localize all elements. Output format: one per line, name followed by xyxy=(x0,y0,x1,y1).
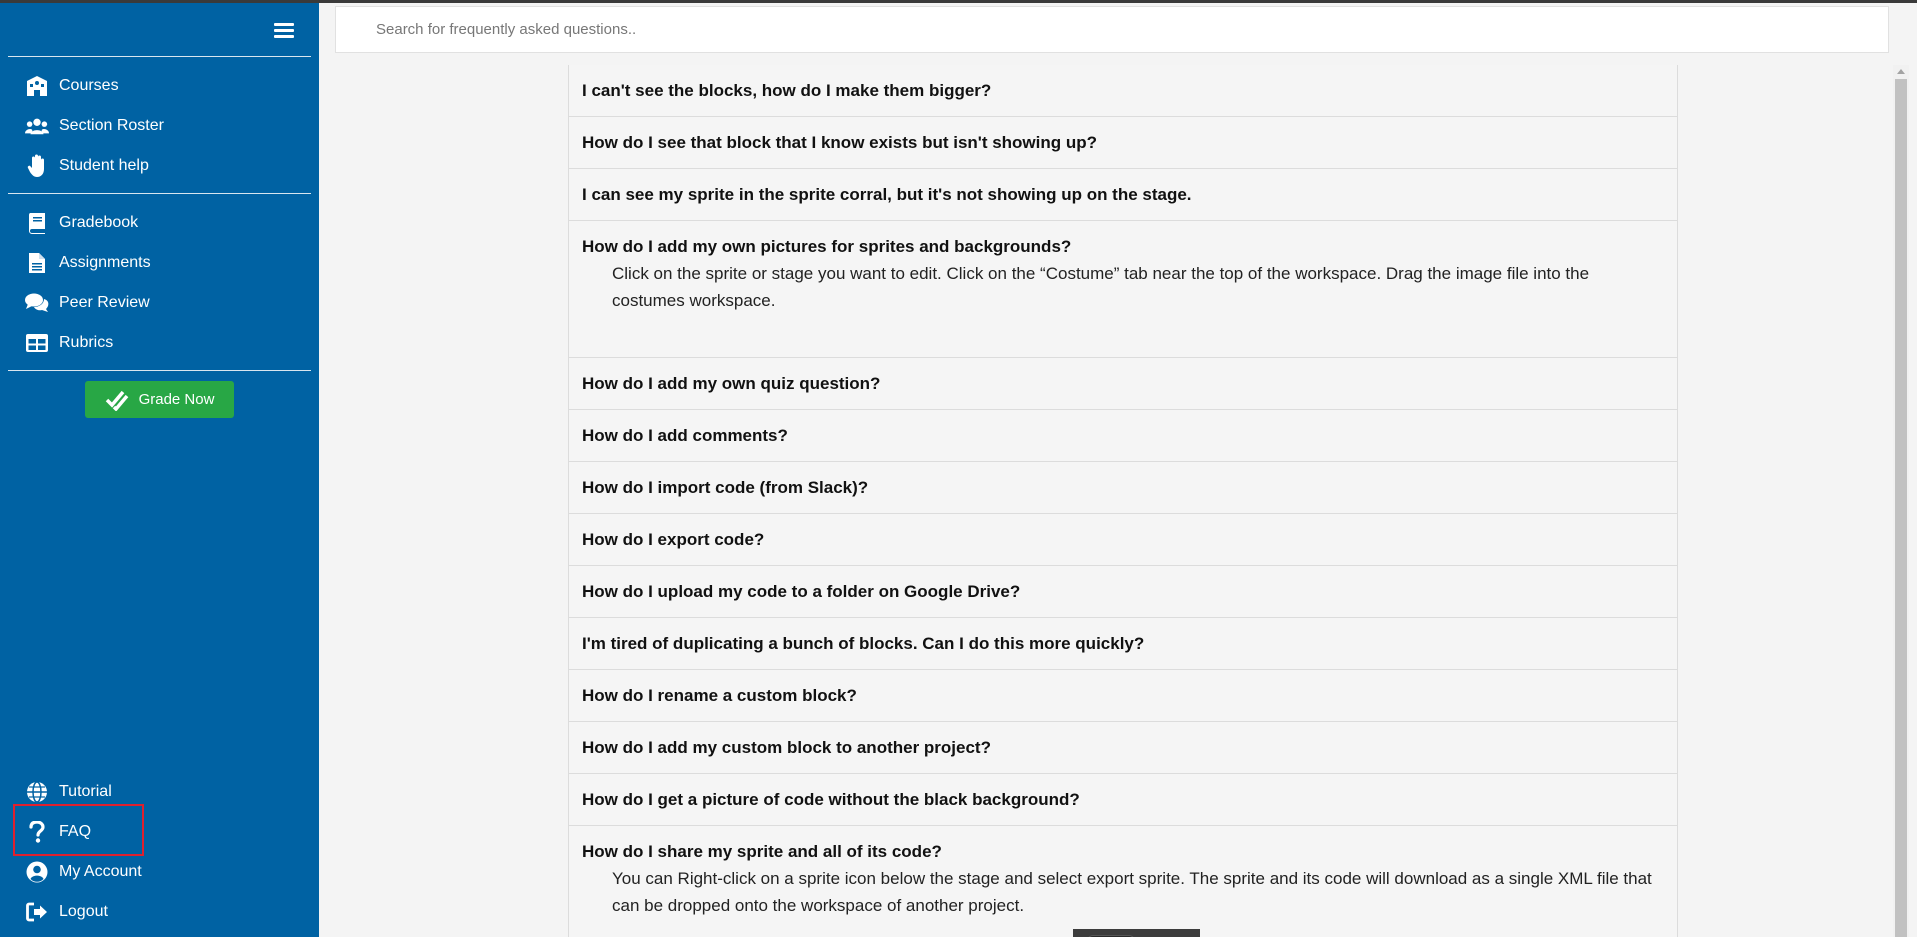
book-icon xyxy=(25,211,49,235)
faq-question[interactable]: How do I upload my code to a folder on G… xyxy=(582,580,1664,604)
sidebar-item-label: Section Roster xyxy=(59,117,164,134)
scroll-up-arrow-icon[interactable] xyxy=(1897,69,1905,74)
users-icon xyxy=(25,114,49,138)
faq-answer: You can Right-click on a sprite icon bel… xyxy=(612,869,1652,915)
vertical-scrollbar[interactable] xyxy=(1893,65,1909,937)
globe-icon xyxy=(25,780,49,804)
faq-question[interactable]: How do I add my own quiz question? xyxy=(582,372,1664,396)
document-icon xyxy=(25,251,49,275)
sidebar-divider xyxy=(8,193,311,194)
faq-item[interactable]: How do I export code? xyxy=(569,514,1677,566)
faq-item[interactable]: How do I add my own quiz question? xyxy=(569,358,1677,410)
faq-question[interactable]: How do I import code (from Slack)? xyxy=(582,476,1664,500)
faq-list: I can't see the blocks, how do I make th… xyxy=(568,65,1678,937)
sidebar-item-section-roster[interactable]: Section Roster xyxy=(25,108,305,144)
sidebar-item-label: Student help xyxy=(59,157,149,174)
faq-question[interactable]: I can't see the blocks, how do I make th… xyxy=(582,79,1664,103)
sidebar-item-gradebook[interactable]: Gradebook xyxy=(25,205,305,241)
sidebar-item-peer-review[interactable]: Peer Review xyxy=(25,285,305,321)
faq-question[interactable]: How do I add my custom block to another … xyxy=(582,736,1664,760)
comments-icon xyxy=(25,291,49,315)
window-top-border xyxy=(0,0,1917,3)
grade-now-button[interactable]: Grade Now xyxy=(85,381,234,418)
faq-question[interactable]: How do I share my sprite and all of its … xyxy=(582,840,1664,864)
faq-search-box xyxy=(335,6,1889,53)
sidebar-divider xyxy=(8,370,311,371)
faq-question[interactable]: How do I add my own pictures for sprites… xyxy=(582,235,1664,259)
user-circle-icon xyxy=(25,860,49,884)
grade-now-label: Grade Now xyxy=(138,391,215,408)
sidebar: Courses Section Roster Student help Grad… xyxy=(0,0,319,937)
window-edge xyxy=(1909,0,1917,937)
faq-search-input[interactable] xyxy=(336,7,1888,52)
faq-question[interactable]: I'm tired of duplicating a bunch of bloc… xyxy=(582,632,1664,656)
faq-item-expanded[interactable]: How do I add my own pictures for sprites… xyxy=(569,221,1677,358)
sidebar-item-rubrics[interactable]: Rubrics xyxy=(25,325,305,361)
sidebar-divider xyxy=(8,56,311,57)
scrollbar-thumb[interactable] xyxy=(1895,79,1907,937)
faq-item[interactable]: How do I upload my code to a folder on G… xyxy=(569,566,1677,618)
faq-item[interactable]: How do I rename a custom block? xyxy=(569,670,1677,722)
sidebar-item-assignments[interactable]: Assignments xyxy=(25,245,305,281)
raised-hand-icon xyxy=(25,154,49,178)
faq-item[interactable]: I can see my sprite in the sprite corral… xyxy=(569,169,1677,221)
sidebar-item-label: Rubrics xyxy=(59,334,114,351)
sidebar-item-my-account[interactable]: My Account xyxy=(25,854,305,890)
faq-highlight-box xyxy=(13,804,144,856)
table-icon xyxy=(25,331,49,355)
faq-question[interactable]: How do I get a picture of code without t… xyxy=(582,788,1664,812)
export-sprite-screenshot-image xyxy=(1073,929,1200,937)
faq-answer: Click on the sprite or stage you want to… xyxy=(612,264,1590,310)
sidebar-item-label: Courses xyxy=(59,77,119,94)
faq-question[interactable]: How do I export code? xyxy=(582,528,1664,552)
faq-item[interactable]: How do I get a picture of code without t… xyxy=(569,774,1677,826)
faq-question[interactable]: I can see my sprite in the sprite corral… xyxy=(582,183,1664,207)
logout-icon xyxy=(25,900,49,924)
faq-item[interactable]: How do I add comments? xyxy=(569,410,1677,462)
sidebar-item-label: Gradebook xyxy=(59,214,139,231)
sidebar-item-label: Assignments xyxy=(59,254,151,271)
faq-question[interactable]: How do I rename a custom block? xyxy=(582,684,1664,708)
faq-item[interactable]: I'm tired of duplicating a bunch of bloc… xyxy=(569,618,1677,670)
sidebar-item-label: Logout xyxy=(59,903,108,920)
school-icon xyxy=(25,74,49,98)
faq-question[interactable]: How do I add comments? xyxy=(582,424,1664,448)
sidebar-item-courses[interactable]: Courses xyxy=(25,68,305,104)
hamburger-icon[interactable] xyxy=(272,20,296,42)
faq-item-expanded[interactable]: How do I share my sprite and all of its … xyxy=(569,826,1677,937)
faq-item[interactable]: How do I import code (from Slack)? xyxy=(569,462,1677,514)
faq-item[interactable]: How do I see that block that I know exis… xyxy=(569,117,1677,169)
sidebar-item-label: Tutorial xyxy=(59,783,112,800)
sidebar-item-student-help[interactable]: Student help xyxy=(25,148,305,184)
double-check-icon xyxy=(105,389,129,411)
faq-item[interactable]: I can't see the blocks, how do I make th… xyxy=(569,65,1677,117)
faq-item[interactable]: How do I add my custom block to another … xyxy=(569,722,1677,774)
faq-question[interactable]: How do I see that block that I know exis… xyxy=(582,131,1664,155)
sidebar-item-label: Peer Review xyxy=(59,294,150,311)
sidebar-item-label: My Account xyxy=(59,863,142,880)
sidebar-item-logout[interactable]: Logout xyxy=(25,894,305,930)
